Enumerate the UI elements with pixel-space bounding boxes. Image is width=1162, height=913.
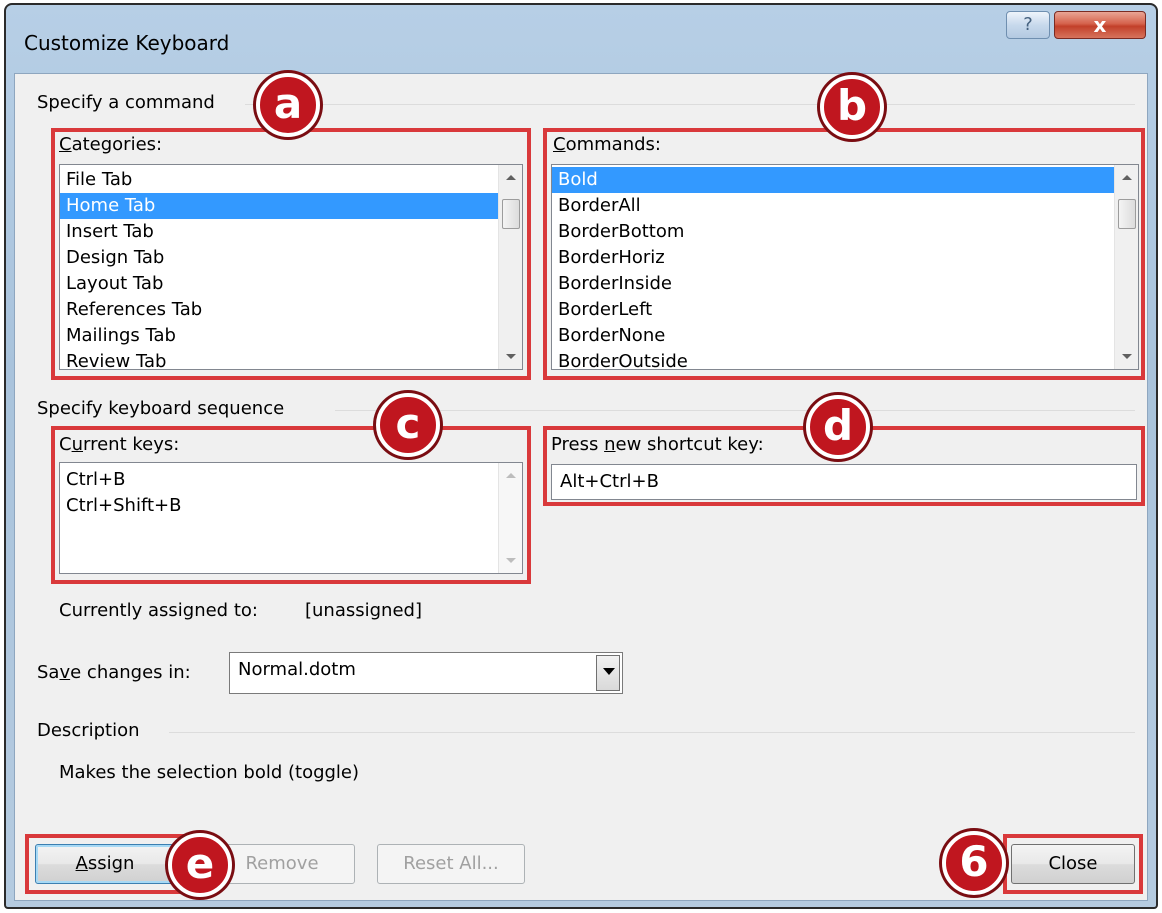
- command-item[interactable]: BorderNone: [552, 323, 1138, 349]
- command-item[interactable]: Bold: [552, 167, 1138, 193]
- commands-label: Commands:: [553, 134, 661, 155]
- window-title: Customize Keyboard: [24, 31, 230, 55]
- assign-button[interactable]: Assign: [35, 844, 175, 884]
- annotation-badge-6: 6: [942, 831, 1006, 895]
- category-item[interactable]: Mailings Tab: [60, 323, 522, 349]
- command-item[interactable]: BorderInside: [552, 271, 1138, 297]
- scroll-down-icon[interactable]: [1122, 354, 1132, 359]
- categories-list[interactable]: File Tab Home Tab Insert Tab Design Tab Layo…: [59, 164, 523, 370]
- category-item[interactable]: Home Tab: [60, 193, 522, 219]
- save-changes-value: Normal.dotm: [238, 659, 356, 680]
- scroll-thumb[interactable]: [502, 199, 520, 229]
- scroll-up-icon[interactable]: [506, 175, 516, 180]
- current-keys-items: Ctrl+B Ctrl+Shift+B: [60, 463, 522, 519]
- scroll-thumb[interactable]: [1118, 199, 1136, 229]
- annotation-badge-b: b: [820, 75, 884, 139]
- category-item[interactable]: Review Tab: [60, 349, 522, 369]
- title-bar[interactable]: Customize Keyboard ? x: [6, 5, 1156, 73]
- command-item[interactable]: BorderBottom: [552, 219, 1138, 245]
- commands-items: Bold BorderAll BorderBottom BorderHoriz Bord…: [552, 165, 1138, 369]
- annotation-badge-a: a: [256, 73, 320, 137]
- dialog-body: Specify a command Categories: File Tab Ho…: [14, 73, 1148, 901]
- currently-assigned-label: Currently assigned to:: [59, 600, 258, 621]
- specify-command-heading: Specify a command: [37, 92, 221, 113]
- scroll-down-icon[interactable]: [506, 354, 516, 359]
- current-keys-scrollbar[interactable]: [498, 463, 522, 573]
- scroll-up-icon[interactable]: [1122, 175, 1132, 180]
- description-heading: Description: [37, 720, 146, 741]
- category-item[interactable]: Layout Tab: [60, 271, 522, 297]
- group-divider: [245, 104, 1135, 105]
- help-icon: ?: [1023, 14, 1033, 35]
- description-text: Makes the selection bold (toggle): [59, 762, 360, 783]
- help-button[interactable]: ?: [1006, 11, 1050, 39]
- command-item[interactable]: BorderAll: [552, 193, 1138, 219]
- new-shortcut-label: Press new shortcut key:: [551, 434, 764, 455]
- current-keys-list[interactable]: Ctrl+B Ctrl+Shift+B: [59, 462, 523, 574]
- group-divider: [335, 410, 1135, 411]
- categories-scrollbar[interactable]: [498, 165, 522, 369]
- categories-items: File Tab Home Tab Insert Tab Design Tab Layo…: [60, 165, 522, 369]
- command-item[interactable]: BorderHoriz: [552, 245, 1138, 271]
- category-item[interactable]: Design Tab: [60, 245, 522, 271]
- new-shortcut-input[interactable]: Alt+Ctrl+B: [551, 464, 1137, 500]
- command-item[interactable]: BorderOutside: [552, 349, 1138, 369]
- window-close-button[interactable]: x: [1054, 11, 1146, 39]
- category-item[interactable]: File Tab: [60, 167, 522, 193]
- current-key-item[interactable]: Ctrl+Shift+B: [60, 493, 522, 519]
- keyboard-sequence-heading: Specify keyboard sequence: [37, 398, 291, 419]
- dropdown-button[interactable]: [596, 655, 620, 691]
- close-icon: x: [1093, 13, 1107, 37]
- category-item[interactable]: References Tab: [60, 297, 522, 323]
- commands-list[interactable]: Bold BorderAll BorderBottom BorderHoriz Bord…: [551, 164, 1139, 370]
- currently-assigned-value: [unassigned]: [305, 600, 422, 621]
- categories-label: Categories:: [59, 134, 163, 155]
- save-changes-select[interactable]: Normal.dotm: [229, 652, 623, 694]
- commands-scrollbar[interactable]: [1114, 165, 1138, 369]
- category-item[interactable]: Insert Tab: [60, 219, 522, 245]
- scroll-up-icon: [506, 473, 516, 478]
- current-keys-label: Current keys:: [59, 434, 180, 455]
- annotation-badge-d: d: [806, 395, 870, 459]
- customize-keyboard-dialog: Customize Keyboard ? x Specify a command…: [4, 3, 1158, 909]
- chevron-down-icon: [603, 668, 615, 675]
- scroll-down-icon: [506, 558, 516, 563]
- current-key-item[interactable]: Ctrl+B: [60, 467, 522, 493]
- save-changes-label: Save changes in:: [37, 662, 191, 683]
- annotation-badge-c: c: [376, 393, 440, 457]
- command-item[interactable]: BorderLeft: [552, 297, 1138, 323]
- annotation-badge-e: e: [168, 833, 232, 897]
- reset-all-button[interactable]: Reset All...: [377, 844, 525, 884]
- close-button[interactable]: Close: [1011, 844, 1135, 884]
- group-divider: [169, 732, 1135, 733]
